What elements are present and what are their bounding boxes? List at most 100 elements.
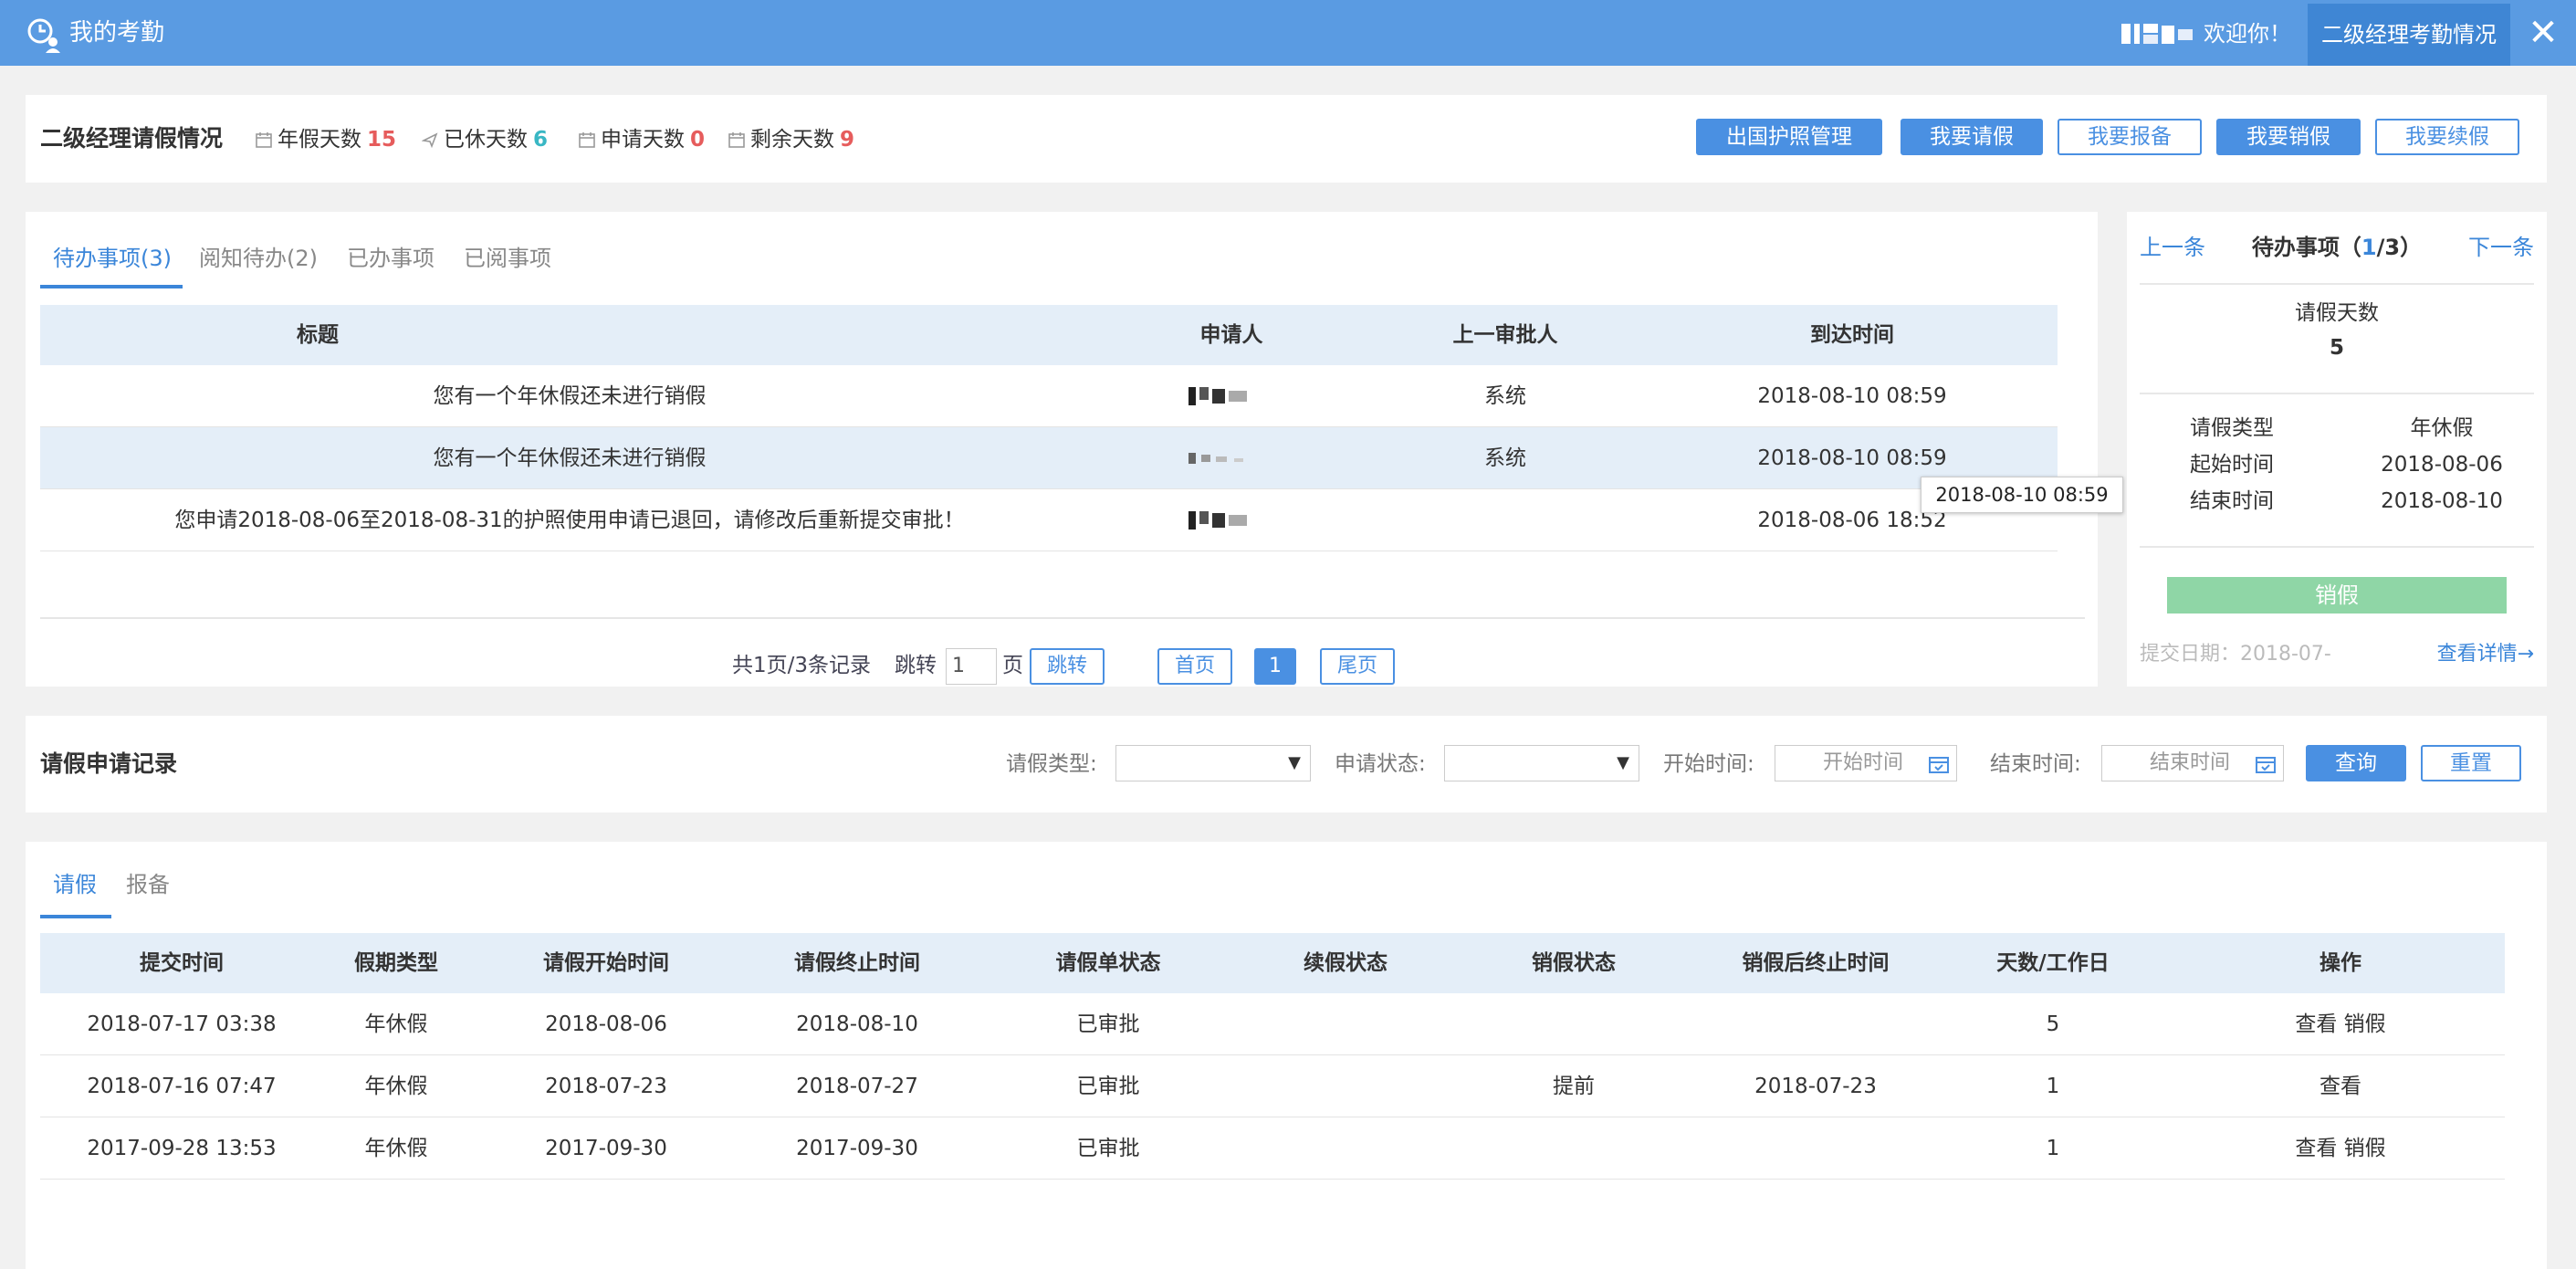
stat-label: 申请天数 [601, 128, 685, 152]
table-row[interactable]: 您有一个年休假还未进行销假 系统 2018-08-10 08:59 [40, 365, 2058, 427]
prev-item-link[interactable]: 上一条 [2140, 232, 2205, 263]
row-submit-time: 2017-09-28 13:53 [87, 1137, 277, 1160]
row-leave-type: 年休假 [364, 1137, 428, 1160]
applicant-redacted [1189, 453, 1243, 464]
row-title[interactable]: 您申请2018-08-06至2018-08-31的护照使用申请已退回，请修改后重… [40, 507, 1099, 534]
status-filter-label: 申请状态: [1335, 752, 1426, 776]
jump-button[interactable]: 跳转 [1030, 648, 1105, 685]
stat-value: 6 [533, 128, 549, 152]
col-submit-time: 提交时间 [140, 951, 224, 975]
detail-title-suffix: /3） [2376, 235, 2423, 260]
stat-label: 剩余天数 [750, 128, 834, 152]
view-link[interactable]: 查看 [2319, 1075, 2361, 1098]
col-leave-type: 假期类型 [354, 951, 438, 975]
end-time-input[interactable]: 结束时间 [2101, 745, 2284, 781]
row-prev-approver: 系统 [1484, 446, 1526, 470]
row-actions: 查看 销假 [2249, 1011, 2432, 1038]
stat-applied-days: 申请天数 0 [579, 126, 705, 153]
page-number-input[interactable]: 1 [946, 648, 997, 685]
calendar-icon[interactable] [2256, 755, 2276, 773]
start-time-filter-label: 开始时间: [1663, 752, 1754, 776]
leave-type-select[interactable]: ▼ [1115, 745, 1311, 781]
stats-title: 二级经理请假情况 [40, 125, 224, 152]
divider [2140, 546, 2534, 548]
leave-record-filter: 请假申请记录 请假类型: ▼ 申请状态: ▼ 开始时间: 开始时间 结束时间: … [26, 716, 2547, 813]
next-item-link[interactable]: 下一条 [2468, 232, 2534, 263]
end-time-placeholder: 结束时间 [2150, 751, 2231, 774]
cancel-leave-button[interactable]: 我要销假 [2216, 119, 2361, 155]
row-arrival-time: 2018-08-10 08:59 [1757, 384, 1947, 408]
row-leave-type: 年休假 [364, 1012, 428, 1036]
col-arrival-time: 到达时间 [1810, 323, 1894, 347]
cancel-leave-link[interactable]: 销假 [2344, 1137, 2386, 1160]
view-details-link[interactable]: 查看详情→ [2437, 641, 2534, 668]
col-days: 天数/工作日 [1996, 951, 2110, 975]
col-prev-approver: 上一审批人 [1452, 323, 1558, 347]
apply-leave-button[interactable]: 我要请假 [1901, 119, 2043, 155]
current-page-button[interactable]: 1 [1254, 648, 1296, 685]
start-time-value: 2018-08-06 [2381, 453, 2503, 477]
cancel-leave-link[interactable]: 销假 [2344, 1012, 2386, 1036]
calendar-icon [728, 132, 745, 148]
col-applicant: 申请人 [1199, 323, 1263, 347]
row-cancel-status: 提前 [1553, 1075, 1595, 1098]
col-leave-end: 请假终止时间 [794, 951, 920, 975]
tab-read[interactable]: 已阅事项 [464, 243, 551, 274]
row-title[interactable]: 您有一个年休假还未进行销假 [40, 383, 1099, 410]
row-prev-approver: 系统 [1484, 384, 1526, 408]
leave-type-filter-label: 请假类型: [1006, 752, 1097, 776]
status-select[interactable]: ▼ [1444, 745, 1639, 781]
last-page-button[interactable]: 尾页 [1320, 648, 1395, 685]
row-leave-start: 2018-07-23 [545, 1075, 667, 1098]
calendar-icon[interactable] [1929, 755, 1949, 773]
report-button[interactable]: 我要报备 [2058, 119, 2202, 155]
first-page-button[interactable]: 首页 [1157, 648, 1232, 685]
pager-jump-label: 跳转 [895, 654, 937, 677]
pager-page-suffix: 页 [1002, 654, 1023, 677]
todo-table-header: 标题 申请人 上一审批人 到达时间 [40, 305, 2058, 365]
tab-leave[interactable]: 请假 [53, 869, 97, 900]
row-title[interactable]: 您有一个年休假还未进行销假 [40, 445, 1099, 472]
col-leave-start: 请假开始时间 [543, 951, 669, 975]
tab-read-todo[interactable]: 阅知待办(2) [199, 243, 318, 274]
row-leave-end: 2017-09-30 [796, 1137, 918, 1160]
table-row[interactable]: 您申请2018-08-06至2018-08-31的护照使用申请已退回，请修改后重… [40, 489, 2058, 551]
extend-leave-button[interactable]: 我要续假 [2375, 119, 2519, 155]
row-actions: 查看 [2249, 1073, 2432, 1100]
row-leave-end: 2018-08-10 [796, 1012, 918, 1036]
end-time-label: 结束时间 [2190, 489, 2274, 513]
tab-done[interactable]: 已办事项 [347, 243, 435, 274]
view-link[interactable]: 查看 [2295, 1137, 2337, 1160]
cancel-leave-action-button[interactable]: 销假 [2167, 577, 2507, 614]
row-submit-time: 2018-07-16 07:47 [87, 1075, 277, 1098]
tab-report[interactable]: 报备 [126, 869, 170, 900]
end-time-filter-label: 结束时间: [1990, 752, 2081, 776]
col-cancel-end: 销假后终止时间 [1742, 951, 1890, 975]
stat-taken-days: 已休天数 6 [422, 126, 548, 153]
role-view-tab[interactable]: 二级经理考勤情况 [2308, 4, 2510, 66]
stat-label: 已休天数 [444, 128, 528, 152]
query-button[interactable]: 查询 [2306, 745, 2406, 781]
close-icon[interactable]: ✕ [2518, 7, 2569, 58]
reset-button[interactable]: 重置 [2421, 745, 2521, 781]
stat-remaining-days: 剩余天数 9 [728, 126, 854, 153]
divider [2140, 393, 2534, 394]
leave-days-value: 5 [2329, 336, 2344, 360]
todo-panel: 待办事项(3) 阅知待办(2) 已办事项 已阅事项 标题 申请人 上一审批人 到… [26, 212, 2098, 687]
row-cancel-end: 2018-07-23 [1754, 1075, 1877, 1098]
leave-days-label: 请假天数 [2295, 301, 2379, 325]
table-row[interactable]: 您有一个年休假还未进行销假 系统 2018-08-10 08:59 [40, 427, 2058, 489]
active-tab-underline [40, 915, 111, 918]
passport-management-button[interactable]: 出国护照管理 [1696, 119, 1882, 155]
col-title: 标题 [297, 323, 339, 347]
tab-todo[interactable]: 待办事项(3) [53, 243, 172, 274]
table-row: 2017-09-28 13:53 年休假 2017-09-30 2017-09-… [40, 1117, 2505, 1180]
start-time-input[interactable]: 开始时间 [1775, 745, 1957, 781]
row-leave-end: 2018-07-27 [796, 1075, 918, 1098]
records-table-header: 提交时间 假期类型 请假开始时间 请假终止时间 请假单状态 续假状态 销假状态 … [40, 933, 2505, 993]
leave-type-value: 年休假 [2410, 416, 2474, 440]
table-row: 2018-07-17 03:38 年休假 2018-08-06 2018-08-… [40, 993, 2505, 1055]
view-link[interactable]: 查看 [2295, 1012, 2337, 1036]
detail-title-current: 1 [2361, 235, 2377, 260]
row-status: 已审批 [1076, 1137, 1140, 1160]
